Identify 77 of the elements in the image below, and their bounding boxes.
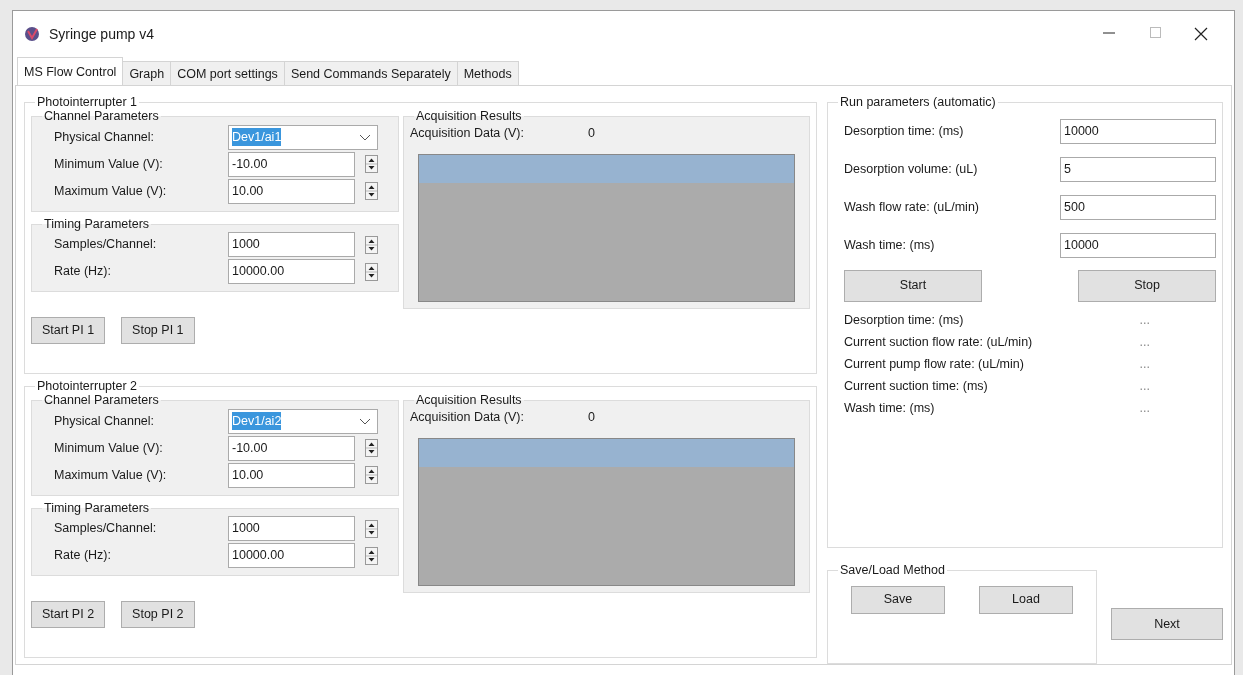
push-button[interactable]: Start PI 2 (31, 601, 106, 628)
spinner-icon[interactable] (365, 155, 378, 173)
push-button[interactable]: Stop (1078, 269, 1216, 302)
field-label: Samples/Channel: (54, 520, 158, 538)
field-label: Maximum Value (V): (54, 466, 168, 484)
number-field[interactable]: 1000 (228, 516, 355, 542)
push-button[interactable]: Stop PI 1 (121, 317, 195, 344)
close-icon[interactable] (1194, 27, 1208, 41)
field-label: Desorption time: (ms) (844, 123, 964, 141)
spinner-icon[interactable] (365, 466, 378, 484)
field-label: Minimum Value (V): (54, 155, 164, 173)
readout-value: ... (1139, 334, 1150, 352)
field-label: Rate (Hz): (54, 263, 112, 281)
number-field[interactable]: 10.00 (228, 178, 355, 204)
field-label: Samples/Channel: (54, 236, 158, 254)
tab[interactable]: Methods (456, 61, 519, 85)
number-field[interactable]: 1000 (228, 232, 355, 258)
push-button[interactable]: Start PI 1 (31, 317, 106, 344)
field-label: Rate (Hz): (54, 547, 112, 565)
spinner-icon[interactable] (365, 519, 378, 538)
group-title: Channel Parameters (44, 393, 160, 408)
push-button[interactable]: Load (979, 585, 1073, 614)
text-field[interactable]: 5 (1060, 157, 1216, 183)
text-field[interactable]: 10000 (1060, 119, 1216, 145)
spinner-icon[interactable] (365, 235, 378, 254)
spinner-icon[interactable] (365, 546, 378, 565)
number-field[interactable]: 10000.00 (228, 259, 355, 285)
push-button[interactable]: Start (844, 269, 982, 302)
spinner-icon[interactable] (365, 439, 378, 457)
group-title: Timing Parameters (43, 217, 151, 232)
field-label: Wash flow rate: (uL/min) (844, 199, 979, 217)
number-field[interactable]: -10.00 (228, 435, 355, 461)
field-label: Acquisition Data (V): (410, 124, 524, 142)
readout-value: ... (1139, 378, 1150, 396)
spinner-icon[interactable] (365, 182, 378, 200)
group-title: Run parameters (automatic) (839, 96, 997, 110)
tab[interactable]: Send Commands Separately (283, 61, 458, 85)
field-label: Physical Channel: (54, 128, 156, 146)
field-label: Desorption volume: (uL) (844, 161, 978, 179)
value-text: 0 (587, 124, 595, 142)
group-title: Acquisition Results (415, 109, 523, 124)
readout-label: Current suction time: (ms) (844, 378, 988, 396)
group-title: Channel Parameters (44, 109, 160, 124)
app-icon (23, 25, 41, 43)
spinner-icon[interactable] (365, 262, 378, 281)
chevron-icon (359, 417, 371, 425)
text-field[interactable]: 10000 (1060, 233, 1216, 259)
field-label: Maximum Value (V): (54, 182, 168, 200)
readout-label: Wash time: (ms) (844, 400, 935, 418)
next-button[interactable]: Next (1111, 608, 1223, 640)
window-title: Syringe pump v4 (49, 24, 155, 44)
group-title: Photointerrupter 2 (36, 380, 139, 394)
text-field[interactable]: 500 (1060, 195, 1216, 221)
tab[interactable]: MS Flow Control (17, 57, 124, 85)
group-title: Photointerrupter 1 (36, 96, 139, 110)
group-title: Timing Parameters (43, 501, 151, 516)
field-label: Wash time: (ms) (844, 237, 935, 255)
chevron-icon (359, 133, 371, 141)
readout-value: ... (1139, 400, 1150, 418)
group-title: Acquisition Results (415, 393, 523, 408)
push-button[interactable]: Stop PI 2 (121, 601, 195, 628)
number-field[interactable]: 10000.00 (228, 543, 355, 569)
group-title: Save/Load Method (839, 564, 946, 578)
value-text: 0 (587, 408, 595, 426)
readout-value: ... (1139, 312, 1150, 330)
number-field[interactable]: -10.00 (228, 151, 355, 177)
field-label: Minimum Value (V): (54, 439, 164, 457)
tab[interactable]: COM port settings (170, 61, 285, 85)
readout-label: Current suction flow rate: (uL/min) (844, 334, 1033, 352)
number-field[interactable]: 10.00 (228, 462, 355, 488)
readout-label: Desorption time: (ms) (844, 312, 964, 330)
readout-value: ... (1139, 356, 1150, 374)
readout-label: Current pump flow rate: (uL/min) (844, 356, 1024, 374)
field-label: Physical Channel: (54, 412, 156, 430)
push-button[interactable]: Save (851, 585, 945, 614)
field-label: Acquisition Data (V): (410, 408, 524, 426)
tab[interactable]: Graph (122, 61, 172, 85)
